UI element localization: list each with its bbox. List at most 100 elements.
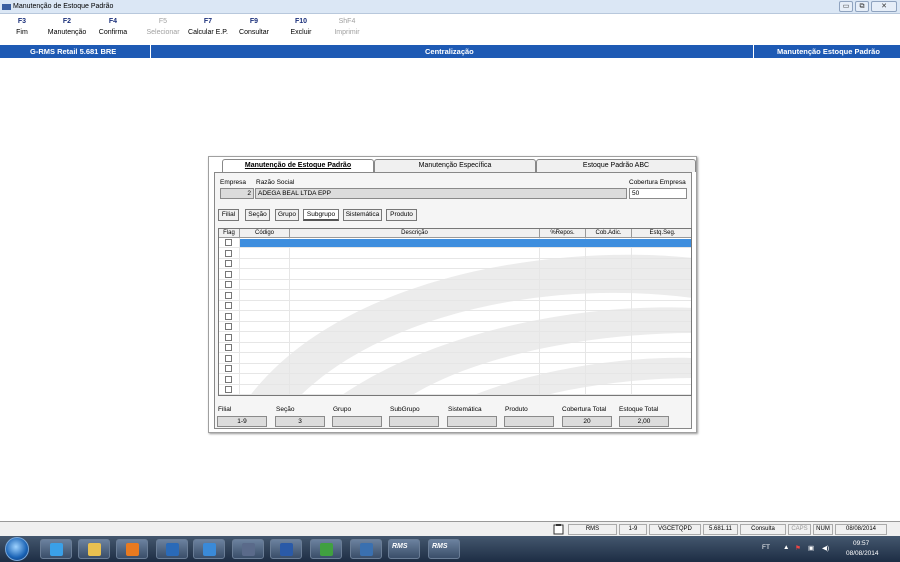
footer-sistematica-field <box>447 416 497 427</box>
tray-time[interactable]: 09:57 <box>853 540 869 547</box>
table-row[interactable] <box>219 259 691 269</box>
footer-sistematica-label: Sistemática <box>448 406 482 413</box>
footer-subgrupo-label: SubGrupo <box>390 406 420 413</box>
col-estq-seg: Estq.Seg. <box>649 230 676 236</box>
row-flag-checkbox[interactable] <box>225 386 232 393</box>
toolbar-button-f7[interactable]: F7 Calcular E.P. <box>186 17 230 38</box>
tab-manutencao-estoque-padrao[interactable]: Manutenção de Estoque Padrão <box>222 159 374 173</box>
row-flag-checkbox[interactable] <box>225 260 232 267</box>
table-row[interactable] <box>219 238 691 248</box>
tray-arrow-icon[interactable]: ▲ <box>783 544 789 551</box>
rms-icon-2: RMS <box>432 543 448 550</box>
function-key: F9 <box>249 18 259 25</box>
footer-grupo-label: Grupo <box>333 406 352 413</box>
subtab-produto[interactable]: Produto <box>386 209 417 221</box>
taskbar-lync-icon[interactable] <box>193 539 225 559</box>
taskbar-outlook-icon[interactable] <box>156 539 188 559</box>
toolbar-button-f9[interactable]: F9 Consultar <box>232 17 276 38</box>
tab-estoque-padrao-abc[interactable]: Estoque Padrão ABC <box>536 159 696 172</box>
footer-estoque-total-label: Estoque Total <box>619 406 659 413</box>
function-label: Excluir <box>290 29 312 36</box>
taskbar-rms-icon[interactable]: RMS <box>388 539 420 559</box>
status-mode: Consulta <box>740 524 786 535</box>
row-flag-checkbox[interactable] <box>225 323 232 330</box>
subtab-grupo[interactable]: Grupo <box>275 209 299 221</box>
table-row[interactable] <box>219 385 691 395</box>
row-flag-checkbox[interactable] <box>225 365 232 372</box>
taskbar-word-icon[interactable] <box>270 539 302 559</box>
table-row[interactable] <box>219 249 691 259</box>
status-app: RMS <box>568 524 617 535</box>
subtab-filial[interactable]: Filial <box>218 209 239 221</box>
tray-language[interactable]: FT <box>762 544 770 551</box>
close-button[interactable]: ✕ <box>871 1 897 12</box>
row-flag-checkbox[interactable] <box>225 249 232 257</box>
status-bar: RMS 1-9 VGCETQPD 5.681.11 Consulta CAPS … <box>0 521 900 536</box>
taskbar-app-plus-icon[interactable] <box>310 539 342 559</box>
row-flag-checkbox[interactable] <box>225 302 232 309</box>
table-row[interactable] <box>219 343 691 353</box>
tab-manutencao-especifica[interactable]: Manutenção Específica <box>374 159 536 172</box>
row-flag-checkbox[interactable] <box>225 291 232 299</box>
table-row[interactable] <box>219 333 691 343</box>
table-row[interactable] <box>219 375 691 385</box>
status-program: VGCETQPD <box>649 524 701 535</box>
row-flag-checkbox[interactable] <box>225 312 232 320</box>
function-label: Consultar <box>239 29 269 36</box>
lync-icon <box>203 543 216 556</box>
taskbar-ie-icon[interactable] <box>40 539 72 559</box>
grid-header: Flag Código Descrição %Repos. Cob.Adic. … <box>219 229 691 238</box>
subtab-sistematica[interactable]: Sistemática <box>343 209 382 221</box>
function-label: Imprimir <box>334 29 360 36</box>
toolbar-button-f3[interactable]: F3 Fim <box>0 17 44 38</box>
subtab-secao[interactable]: Seção <box>245 209 270 221</box>
app-icon <box>2 4 11 10</box>
taskbar-explorer-icon[interactable] <box>78 539 110 559</box>
status-filial: 1-9 <box>619 524 647 535</box>
table-row[interactable] <box>219 312 691 322</box>
row-flag-checkbox[interactable] <box>225 344 232 351</box>
taskbar-remote-icon[interactable] <box>350 539 382 559</box>
empresa-label: Empresa <box>220 179 247 186</box>
tray-network-icon[interactable]: ▣ <box>808 544 814 552</box>
taskbar-network-icon[interactable] <box>232 539 264 559</box>
toolbar-button-f4[interactable]: F4 Confirma <box>91 17 135 38</box>
row-flag-checkbox[interactable] <box>225 281 232 288</box>
table-row[interactable] <box>219 280 691 290</box>
footer-filial-field: 1-9 <box>217 416 267 427</box>
taskbar-media-player-icon[interactable] <box>116 539 148 559</box>
table-row[interactable] <box>219 364 691 374</box>
tray-flag-icon[interactable]: ⚑ <box>795 544 801 552</box>
banner-screen: Manutenção Estoque Padrão <box>777 47 880 56</box>
table-row[interactable] <box>219 270 691 280</box>
function-label: Fim <box>16 29 28 36</box>
start-button[interactable] <box>5 537 29 561</box>
table-row[interactable] <box>219 291 691 301</box>
row-flag-checkbox[interactable] <box>225 375 232 383</box>
tray-date[interactable]: 08/08/2014 <box>846 550 879 557</box>
row-flag-checkbox[interactable] <box>225 270 232 278</box>
toolbar-button-f10[interactable]: F10 Excluir <box>279 17 323 38</box>
footer-secao-field: 3 <box>275 416 325 427</box>
function-key: F4 <box>108 18 118 25</box>
razao-social-field[interactable]: ADEGA BEAL LTDA EPP <box>255 188 627 199</box>
restore-button[interactable]: ⧉ <box>855 1 869 12</box>
row-flag-checkbox[interactable] <box>225 333 232 341</box>
function-key: F7 <box>203 18 213 25</box>
subgrupo-grid[interactable]: Flag Código Descrição %Repos. Cob.Adic. … <box>218 228 692 396</box>
toolbar-button-f2[interactable]: F2 Manutenção <box>45 17 89 38</box>
row-flag-checkbox[interactable] <box>225 354 232 362</box>
empresa-field[interactable]: 2 <box>220 188 254 199</box>
table-row[interactable] <box>219 354 691 364</box>
banner-module: Centralização <box>425 47 474 56</box>
table-row[interactable] <box>219 322 691 332</box>
minimize-button[interactable]: ▭ <box>839 1 853 12</box>
tray-volume-icon[interactable]: ◀) <box>822 544 829 552</box>
table-row[interactable] <box>219 301 691 311</box>
row-flag-checkbox[interactable] <box>225 239 232 246</box>
cobertura-empresa-label: Cobertura Empresa <box>629 179 686 186</box>
subtab-subgrupo[interactable]: Subgrupo <box>303 209 339 221</box>
remote-icon <box>360 543 373 556</box>
taskbar-rms-icon-2[interactable]: RMS <box>428 539 460 559</box>
cobertura-empresa-field[interactable]: 50 <box>629 188 687 199</box>
